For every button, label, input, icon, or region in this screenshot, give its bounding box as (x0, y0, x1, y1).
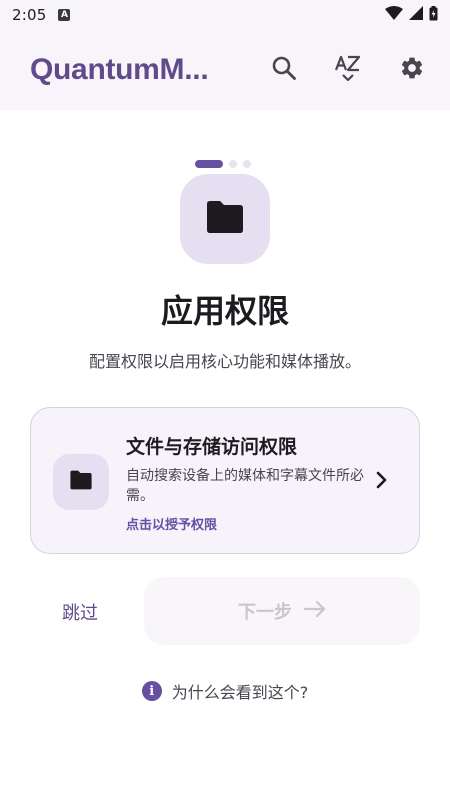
notification-a-icon: A (58, 9, 71, 21)
page-title: 应用权限 (160, 292, 289, 330)
why-link[interactable]: i 为什么会看到这个? (0, 678, 450, 704)
permission-title: 文件与存储访问权限 (126, 436, 298, 458)
app-title: QuantumM... (30, 53, 209, 86)
signal-icon (409, 6, 423, 24)
info-icon: i (141, 681, 162, 701)
chevron-right-icon (375, 470, 389, 494)
page-dot-active (195, 160, 223, 168)
permission-folder-container (53, 454, 109, 510)
search-button[interactable] (262, 48, 306, 92)
why-label: 为什么会看到这个? (171, 683, 309, 702)
page-dot (243, 160, 251, 168)
status-bar: 2:05 A (0, 0, 450, 30)
app-bar-actions (262, 30, 434, 110)
status-icons (385, 5, 438, 25)
app-bar: QuantumM... (0, 30, 450, 110)
wifi-icon (385, 6, 403, 24)
storage-permission-card[interactable]: 文件与存储访问权限 自动搜索设备上的媒体和字幕文件所必需。 点击以授予权限 (30, 407, 420, 554)
permission-grant-hint: 点击以授予权限 (126, 518, 218, 533)
battery-icon (429, 5, 438, 25)
gear-icon (399, 55, 425, 85)
sort-az-icon (334, 54, 362, 86)
page-subtitle: 配置权限以启用核心功能和媒体播放。 (88, 352, 361, 371)
folder-icon (69, 470, 93, 494)
search-icon (271, 55, 297, 85)
hero-folder-container (180, 174, 270, 264)
page-indicator (195, 160, 251, 168)
folder-icon (205, 200, 245, 238)
next-button[interactable]: 下一步 (144, 577, 420, 645)
status-time: 2:05 (12, 6, 47, 24)
next-button-label: 下一步 (238, 602, 292, 623)
sort-button[interactable] (326, 48, 370, 92)
onboarding-content: 应用权限 配置权限以启用核心功能和媒体播放。 文件与存储访问权限 自动搜索设备上… (0, 110, 450, 800)
settings-button[interactable] (390, 48, 434, 92)
permission-description: 自动搜索设备上的媒体和字幕文件所必需。 (126, 468, 364, 504)
skip-button[interactable]: 跳过 (40, 580, 120, 644)
arrow-right-icon (303, 600, 326, 623)
page-dot (229, 160, 237, 168)
